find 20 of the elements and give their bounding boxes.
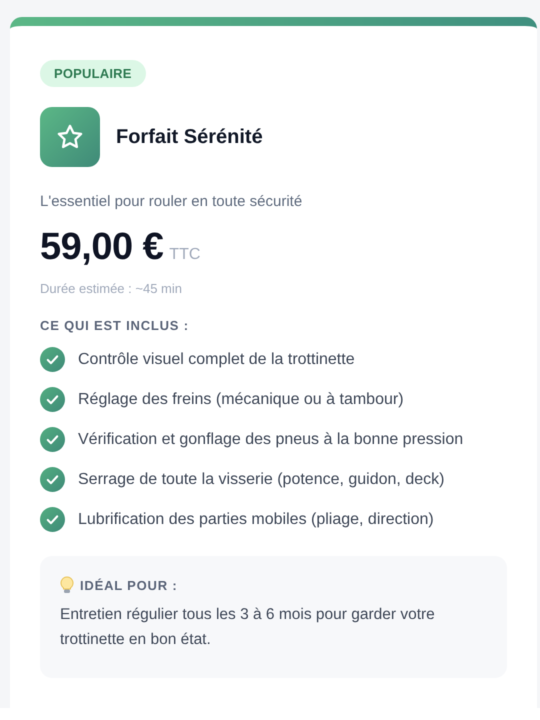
included-item: Réglage des freins (mécanique ou à tambour): [78, 390, 404, 410]
plan-description: L'essentiel pour rouler en toute sécurité: [40, 193, 304, 210]
tip-heading: IDÉAL POUR :: [80, 578, 178, 592]
price-suffix: TTC: [169, 246, 200, 264]
included-heading: CE QUI EST INCLUS :: [40, 318, 190, 333]
check-icon: [40, 347, 65, 372]
check-icon: [40, 507, 65, 532]
included-item: Vérification et gonflage des pneus à la bonne pression: [78, 430, 464, 450]
duration-text: Durée estimée : ~45 min: [40, 281, 183, 296]
included-item: Lubrification des parties mobiles (pliage, direction): [78, 510, 434, 530]
check-icon: [40, 467, 65, 492]
included-item: Serrage de toute la visserie (potence, guidon, deck): [78, 470, 444, 490]
plan-title: Forfait Sérénité: [116, 126, 263, 148]
included-item: Contrôle visuel complet de la trottinette: [78, 350, 355, 370]
check-icon: [40, 387, 65, 412]
check-icon: [40, 427, 65, 452]
lightbulb-icon: [60, 576, 74, 594]
price: 59,00 €: [40, 226, 164, 269]
tip-text: Entretien régulier tous les 3 à 6 mois pour garder votre trottinette en bon état.: [60, 605, 436, 650]
popular-badge: POPULAIRE: [40, 60, 146, 87]
